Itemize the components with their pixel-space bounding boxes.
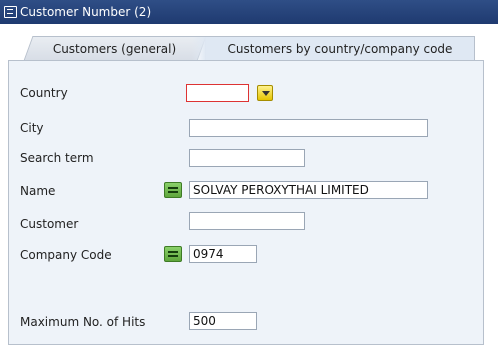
dropdown-f4-icon[interactable] (257, 85, 273, 101)
name-label: Name (20, 184, 56, 198)
company-code-label: Company Code (20, 248, 112, 262)
max-hits-field[interactable]: 500 (189, 312, 257, 330)
selection-option-icon[interactable] (164, 246, 182, 262)
window-titlebar: Customer Number (2) (0, 0, 498, 24)
selection-option-icon[interactable] (164, 182, 182, 198)
search-term-label: Search term (20, 151, 94, 165)
tab-label: Customers (general) (53, 42, 177, 56)
search-panel: Country City Search term Name SOLVAY PER… (8, 60, 484, 345)
tab-label: Customers by country/company code (227, 42, 453, 56)
tab-bar: Customers (general) Customers by country… (0, 24, 498, 62)
company-code-field[interactable]: 0974 (189, 245, 257, 263)
country-field[interactable] (186, 84, 249, 102)
name-field[interactable]: SOLVAY PEROXYTHAI LIMITED (189, 181, 428, 199)
customer-label: Customer (20, 217, 79, 231)
city-label: City (20, 121, 44, 135)
tab-customers-by-country-company-code[interactable]: Customers by country/company code (192, 36, 475, 61)
customer-field[interactable] (189, 212, 305, 230)
search-term-field[interactable] (189, 149, 305, 167)
country-label: Country (20, 86, 68, 100)
window-icon (4, 6, 17, 18)
window-title: Customer Number (2) (20, 5, 152, 19)
city-field[interactable] (189, 119, 428, 137)
max-hits-label: Maximum No. of Hits (20, 315, 146, 329)
tab-customers-general[interactable]: Customers (general) (23, 36, 207, 61)
